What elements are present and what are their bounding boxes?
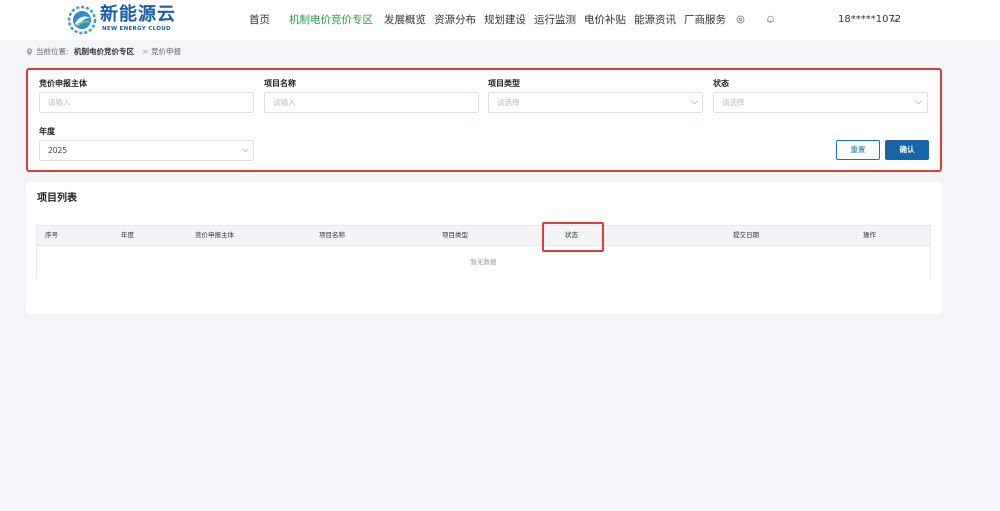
confirm-button[interactable]: 确认 <box>885 140 929 160</box>
nav-item-planning[interactable]: 规划建设 <box>484 13 526 27</box>
project-name-input[interactable] <box>264 92 479 113</box>
gear-icon[interactable] <box>735 14 746 25</box>
nav-item-resources[interactable]: 资源分布 <box>434 13 476 27</box>
project-list-panel: 项目列表 序号 年度 竞价申报主体 项目名称 项目类型 状态 提交日期 操作 暂… <box>26 182 942 314</box>
project-type-label: 项目类型 <box>488 79 520 88</box>
column-subject: 竞价申报主体 <box>195 231 234 239</box>
column-actions: 操作 <box>863 231 876 239</box>
status-label: 状态 <box>713 79 729 88</box>
subject-input[interactable] <box>39 92 254 113</box>
breadcrumb-prefix: 当前位置: <box>36 47 69 56</box>
subject-label: 竞价申报主体 <box>39 79 87 88</box>
logo-subtext: NEW ENERGY CLOUD <box>102 26 171 32</box>
bell-icon[interactable] <box>765 14 776 25</box>
nav-item-overview[interactable]: 发展概览 <box>384 13 426 27</box>
column-year: 年度 <box>121 231 134 239</box>
nav-item-monitoring[interactable]: 运行监测 <box>534 13 576 27</box>
project-type-placeholder: 请选择 <box>497 98 520 107</box>
breadcrumb-zone[interactable]: 机制电价竞价专区 <box>74 46 134 58</box>
top-header: 新能源云 NEW ENERGY CLOUD 首页 机制电价竞价专区 发展概览 资… <box>0 0 1000 40</box>
year-value: 2025 <box>48 146 68 155</box>
nav-item-bidding-zone[interactable]: 机制电价竞价专区 <box>289 13 373 27</box>
chevron-down-icon <box>915 100 922 105</box>
list-title: 项目列表 <box>37 193 77 204</box>
year-select[interactable]: 2025 <box>39 140 254 161</box>
year-label: 年度 <box>39 127 55 136</box>
reset-button[interactable]: 重置 <box>836 140 880 160</box>
breadcrumb-separator: > <box>142 47 149 56</box>
status-placeholder: 请选择 <box>722 98 745 107</box>
chevron-down-icon[interactable] <box>890 16 898 24</box>
breadcrumb-current: 竞价申报 <box>151 47 181 56</box>
table-header: 序号 年度 竞价申报主体 项目名称 项目类型 状态 提交日期 操作 <box>36 225 931 246</box>
nav-item-subsidy[interactable]: 电价补贴 <box>584 13 626 27</box>
site-logo[interactable]: 新能源云 NEW ENERGY CLOUD <box>66 4 176 36</box>
project-type-select[interactable]: 请选择 <box>488 92 703 113</box>
column-submit-date: 提交日期 <box>733 231 759 239</box>
filter-panel: 竞价申报主体 项目名称 项目类型 请选择 状态 请选择 年度 2025 重置 确… <box>26 68 942 172</box>
nav-item-home[interactable]: 首页 <box>249 13 270 27</box>
chevron-down-icon <box>691 100 698 105</box>
location-pin-icon <box>26 48 33 56</box>
logo-text: 新能源云 <box>100 4 176 25</box>
table-body: 暂无数据 <box>36 246 931 279</box>
empty-state: 暂无数据 <box>470 258 497 266</box>
project-table: 序号 年度 竞价申报主体 项目名称 项目类型 状态 提交日期 操作 暂无数据 <box>36 225 931 279</box>
project-name-label: 项目名称 <box>264 79 296 88</box>
chevron-down-icon <box>242 148 249 153</box>
nav-item-vendor[interactable]: 厂商服务 <box>684 13 726 27</box>
status-select[interactable]: 请选择 <box>713 92 928 113</box>
column-project-type: 项目类型 <box>442 231 468 239</box>
column-project-name: 项目名称 <box>319 231 345 239</box>
nav-item-news[interactable]: 能源资讯 <box>634 13 676 27</box>
status-column-highlight <box>542 222 604 252</box>
logo-icon <box>67 5 97 35</box>
column-index: 序号 <box>45 231 58 239</box>
